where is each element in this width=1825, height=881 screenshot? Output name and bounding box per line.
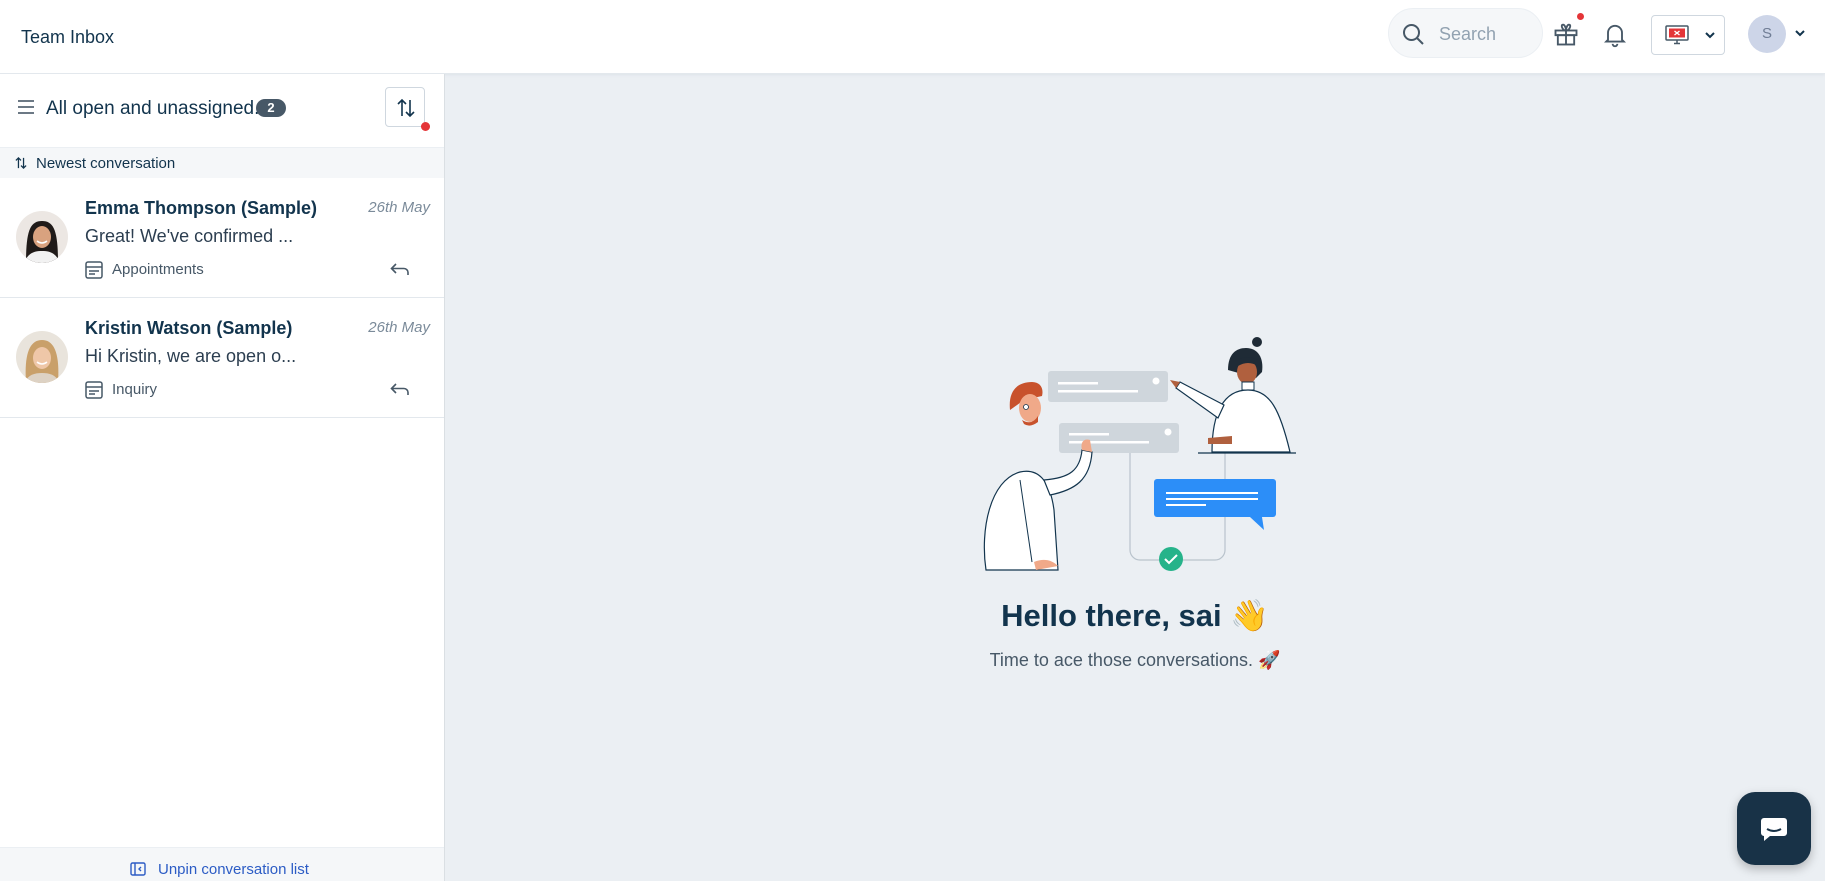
avatar <box>16 211 68 263</box>
unpin-label: Unpin conversation list <box>158 861 309 878</box>
gift-notification-dot <box>1577 13 1584 20</box>
chevron-down-icon <box>1705 32 1715 39</box>
conversation-item[interactable]: Emma Thompson (Sample) 26th May Great! W… <box>0 178 444 298</box>
user-avatar[interactable]: S <box>1748 15 1786 53</box>
contact-name: Kristin Watson (Sample) <box>85 318 293 338</box>
page-title: Team Inbox <box>21 27 115 47</box>
reply-icon <box>390 383 409 395</box>
availability-dropdown[interactable] <box>1651 15 1725 55</box>
monitor-status-icon <box>1665 25 1689 45</box>
inbox-icon <box>85 381 103 399</box>
gift-icon[interactable] <box>1552 20 1580 48</box>
message-preview: Great! We've confirmed ... <box>85 226 294 246</box>
sort-icon <box>15 157 27 169</box>
search-placeholder: Search <box>1439 24 1497 44</box>
chat-icon <box>1761 818 1787 841</box>
view-title[interactable]: All open and unassigned... <box>46 98 270 120</box>
search-icon <box>1403 24 1424 45</box>
sort-button[interactable] <box>385 87 425 127</box>
menu-icon[interactable] <box>17 98 35 116</box>
search-box[interactable]: Search <box>1388 8 1543 58</box>
conversation-list-panel: All open and unassigned... 2 Newest conv… <box>0 74 445 881</box>
inbox-icon <box>85 261 103 279</box>
conversation-count-badge: 2 <box>256 99 286 117</box>
sort-icon <box>397 98 415 118</box>
inbox-label: Appointments <box>112 261 204 278</box>
contact-name: Emma Thompson (Sample) <box>85 198 318 218</box>
conversation-date: 26th May <box>368 199 430 216</box>
sort-active-dot <box>421 122 430 131</box>
inbox-label: Inquiry <box>112 381 158 398</box>
top-header: Team Inbox Search S <box>0 0 1825 74</box>
message-preview: Hi Kristin, we are open o... <box>85 346 297 366</box>
chat-widget-button[interactable] <box>1737 792 1811 865</box>
unpin-conversation-list-button[interactable]: Unpin conversation list <box>0 847 444 881</box>
reply-icon <box>390 263 409 275</box>
avatar <box>16 331 68 383</box>
sort-indicator: Newest conversation <box>0 148 444 178</box>
chevron-down-icon[interactable] <box>1794 28 1806 38</box>
unpin-icon <box>130 862 146 876</box>
greeting-heading: Hello there, sai 👋 <box>1001 598 1269 633</box>
conversation-item[interactable]: Kristin Watson (Sample) 26th May Hi Kris… <box>0 298 444 418</box>
conversation-list-header: All open and unassigned... 2 <box>0 74 444 148</box>
conversation-date: 26th May <box>368 319 430 336</box>
sort-label: Newest conversation <box>36 155 176 172</box>
greeting-subtitle: Time to ace those conversations. 🚀 <box>989 650 1281 670</box>
team-chat-illustration <box>983 337 1296 571</box>
bell-icon[interactable] <box>1601 20 1629 48</box>
